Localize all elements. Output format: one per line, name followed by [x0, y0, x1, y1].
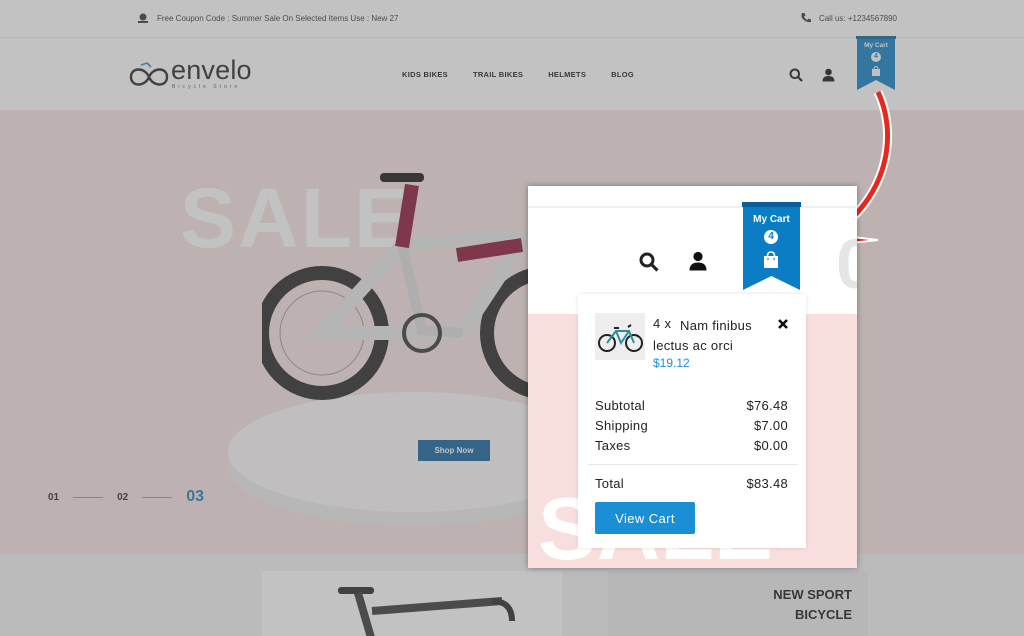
taxes-label: Taxes [595, 438, 631, 453]
subtotal-label: Subtotal [595, 398, 646, 413]
user-icon[interactable] [689, 251, 707, 271]
subtotal-value: $76.48 [746, 398, 788, 413]
shopping-bag-icon [764, 251, 778, 268]
search-icon[interactable] [639, 252, 659, 272]
shipping-row: Shipping $7.00 [595, 418, 788, 438]
zoom-ghost-number: 0 [836, 225, 857, 303]
taxes-row: Taxes $0.00 [595, 438, 788, 458]
cart-label: My Cart [753, 214, 790, 225]
remove-item-icon[interactable] [777, 318, 789, 330]
cart-item-price: $19.12 [653, 356, 690, 370]
cart-item-name[interactable]: Nam finibus lectus ac orci [653, 316, 783, 356]
shipping-value: $7.00 [753, 418, 788, 433]
cart-zoom-callout: 0 SALE My Cart 4 4 x [528, 186, 857, 568]
total-value: $83.48 [746, 476, 788, 491]
cart-dropdown: 4 x Nam finibus lectus ac orci $19.12 Su… [578, 294, 806, 548]
cart-ribbon[interactable]: My Cart 4 [742, 202, 801, 290]
cart-summary: Subtotal $76.48 Shipping $7.00 Taxes $0.… [595, 398, 788, 458]
taxes-value: $0.00 [753, 438, 788, 453]
subtotal-row: Subtotal $76.48 [595, 398, 788, 418]
header-divider [528, 206, 857, 208]
shipping-label: Shipping [595, 418, 648, 433]
summary-divider [588, 464, 798, 465]
cart-item-thumbnail[interactable] [595, 313, 645, 360]
mountain-bike-image [598, 324, 643, 352]
total-label: Total [595, 476, 624, 491]
cart-count-badge: 4 [764, 230, 778, 244]
total-row: Total $83.48 [595, 476, 788, 491]
view-cart-button[interactable]: View Cart [595, 502, 695, 534]
